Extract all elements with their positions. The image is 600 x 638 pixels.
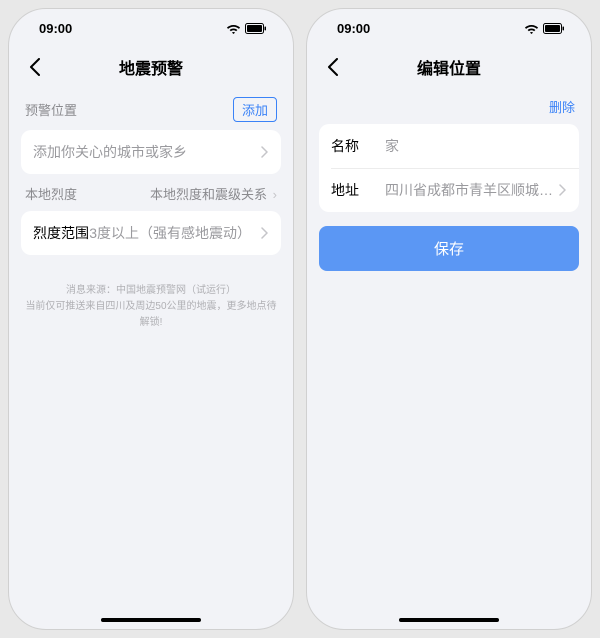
wifi-icon — [524, 23, 539, 34]
footer-line-2: 当前仅可推送来自四川及周边50公里的地震，更多地点待解锁! — [25, 299, 277, 331]
status-bar: 09:00 — [9, 9, 293, 47]
intensity-range-row[interactable]: 烈度范围 3度以上（强有感地震动） — [21, 211, 281, 255]
page-title: 地震预警 — [119, 55, 183, 79]
intensity-range-label: 烈度范围 — [33, 223, 89, 243]
home-indicator — [101, 618, 201, 622]
content: 删除 名称 家 地址 四川省成都市青羊区顺城大街... 保存 — [307, 87, 591, 629]
address-label: 地址 — [331, 180, 375, 200]
add-button[interactable]: 添加 — [233, 97, 277, 122]
add-location-row[interactable]: 添加你关心的城市或家乡 — [21, 130, 281, 174]
status-time: 09:00 — [337, 21, 370, 36]
name-value: 家 — [375, 136, 569, 156]
status-time: 09:00 — [39, 21, 72, 36]
section-label: 本地烈度 — [25, 184, 77, 203]
phone-left: 09:00 地震预警 预警位置 添加 添加你关心的城市或家乡 — [8, 8, 294, 630]
home-indicator — [399, 618, 499, 622]
back-button[interactable] — [321, 55, 345, 79]
edit-card: 名称 家 地址 四川省成都市青羊区顺城大街... — [319, 124, 579, 212]
section-header-actions: 删除 — [319, 87, 579, 124]
save-button[interactable]: 保存 — [319, 226, 579, 271]
status-right — [524, 23, 565, 34]
battery-icon — [543, 23, 565, 34]
nav-bar: 地震预警 — [9, 47, 293, 87]
name-row[interactable]: 名称 家 — [319, 124, 579, 168]
phone-right: 09:00 编辑位置 删除 名称 家 地址 四川省成都市青羊区顺城大街 — [306, 8, 592, 630]
chevron-right-icon — [555, 184, 569, 196]
add-location-placeholder: 添加你关心的城市或家乡 — [33, 142, 257, 162]
section-header-intensity: 本地烈度 本地烈度和震级关系 › — [21, 174, 281, 211]
chevron-right-icon — [257, 146, 271, 158]
footer-text: 消息来源：中国地震预警网（试运行） 当前仅可推送来自四川及周边50公里的地震，更… — [21, 283, 281, 331]
address-value: 四川省成都市青羊区顺城大街... — [375, 180, 555, 200]
name-label: 名称 — [331, 136, 375, 156]
intensity-relation-link[interactable]: 本地烈度和震级关系 › — [150, 184, 277, 203]
address-row[interactable]: 地址 四川省成都市青羊区顺城大街... — [319, 168, 579, 212]
chevron-right-icon — [257, 227, 271, 239]
back-button[interactable] — [23, 55, 47, 79]
status-right — [226, 23, 267, 34]
section-label: 预警位置 — [25, 100, 77, 119]
page-title: 编辑位置 — [417, 55, 481, 79]
content: 预警位置 添加 添加你关心的城市或家乡 本地烈度 本地烈度和震级关系 › 烈度范… — [9, 87, 293, 629]
location-card: 添加你关心的城市或家乡 — [21, 130, 281, 174]
status-bar: 09:00 — [307, 9, 591, 47]
battery-icon — [245, 23, 267, 34]
intensity-card: 烈度范围 3度以上（强有感地震动） — [21, 211, 281, 255]
intensity-range-value: 3度以上（强有感地震动） — [89, 223, 257, 243]
nav-bar: 编辑位置 — [307, 47, 591, 87]
section-header-location: 预警位置 添加 — [21, 87, 281, 130]
footer-line-1: 消息来源：中国地震预警网（试运行） — [25, 283, 277, 299]
wifi-icon — [226, 23, 241, 34]
delete-button[interactable]: 删除 — [549, 97, 575, 116]
